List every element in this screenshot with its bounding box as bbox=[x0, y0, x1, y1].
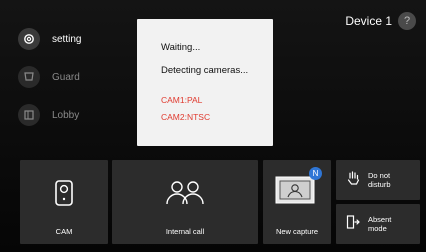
device-name: Device 1 bbox=[345, 14, 392, 28]
do-not-disturb-line2: disturb bbox=[368, 180, 391, 189]
absent-mode-label: Absent mode bbox=[368, 215, 391, 233]
internal-call-label: Internal call bbox=[165, 227, 205, 236]
menu-label-lobby: Lobby bbox=[52, 109, 80, 121]
do-not-disturb-line1: Do not bbox=[368, 171, 391, 180]
dialog-cam2-status: CAM2:NTSC bbox=[161, 112, 211, 122]
hand-icon bbox=[346, 170, 360, 191]
group-call-icon bbox=[165, 178, 205, 213]
do-not-disturb-tile[interactable]: Do not disturb bbox=[336, 160, 420, 200]
dialog-waiting-text: Waiting... bbox=[161, 42, 201, 53]
new-capture-badge: N bbox=[309, 167, 322, 180]
menu-label-guard: Guard bbox=[52, 71, 80, 83]
gear-icon bbox=[18, 28, 40, 50]
new-capture-tile[interactable]: N New capture bbox=[263, 160, 331, 244]
new-capture-label: New capture bbox=[275, 227, 319, 236]
menu-label-setting: setting bbox=[52, 33, 82, 45]
menu-item-lobby[interactable]: Lobby bbox=[18, 104, 79, 126]
internal-call-tile[interactable]: Internal call bbox=[112, 160, 258, 244]
home-screen: setting Guard Lobby Device 1 ? Waiting..… bbox=[0, 0, 426, 252]
photo-capture-icon bbox=[275, 176, 315, 209]
camera-detection-dialog: Waiting... Detecting cameras... CAM1:PAL… bbox=[137, 19, 273, 146]
absent-mode-line2: mode bbox=[368, 224, 387, 233]
device-indicator: Device 1 ? bbox=[345, 12, 416, 30]
guard-icon bbox=[18, 66, 40, 88]
cam-tile[interactable]: CAM bbox=[20, 160, 108, 244]
help-icon[interactable]: ? bbox=[398, 12, 416, 30]
cam-label: CAM bbox=[55, 227, 73, 236]
exit-icon bbox=[346, 214, 360, 235]
dialog-detecting-text: Detecting cameras... bbox=[161, 65, 249, 76]
lobby-icon bbox=[18, 104, 40, 126]
do-not-disturb-label: Do not disturb bbox=[368, 171, 391, 189]
absent-mode-tile[interactable]: Absent mode bbox=[336, 204, 420, 244]
dialog-cam1-status: CAM1:PAL bbox=[161, 95, 203, 105]
camera-icon bbox=[55, 180, 73, 211]
menu-item-setting[interactable]: setting bbox=[18, 28, 81, 50]
menu-item-guard[interactable]: Guard bbox=[18, 66, 80, 88]
absent-mode-line1: Absent bbox=[368, 215, 392, 224]
